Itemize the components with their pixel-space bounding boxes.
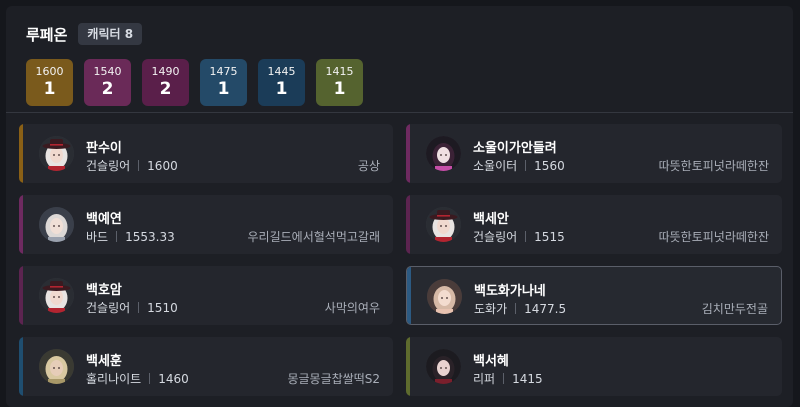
character-item-level: 1460 [158,371,189,386]
character-card[interactable]: 백예연 바드 1553.33 우리길드에서혈석먹고갈래 [19,195,393,254]
character-item-level: 1560 [534,158,565,173]
character-name: 백호암 [86,283,122,298]
class-accent-stripe [407,267,411,324]
class-accent-stripe [19,266,23,325]
character-card[interactable]: 백호암 건슬링어 1510 사막의여우 [19,266,393,325]
character-avatar [39,278,74,313]
level-badge[interactable]: 1445 1 [258,59,305,106]
character-guild: 몽글몽글찹쌀떡S2 [287,372,380,386]
badge-count: 1 [43,79,56,99]
character-meta: 건슬링어 1600 [86,157,178,174]
character-card[interactable]: 백서혜 리퍼 1415 [406,337,782,396]
level-badge-list: 1600 1 1540 2 1490 2 1475 1 1445 1 1415 … [26,59,363,106]
character-meta: 바드 1553.33 [86,228,175,245]
character-meta: 리퍼 1415 [473,370,543,387]
meta-separator [503,373,505,384]
character-item-level: 1477.5 [524,301,567,316]
character-avatar [426,207,461,242]
badge-level: 1475 [209,65,238,78]
character-avatar [426,136,461,171]
character-card[interactable]: 소울이가안들려 소울이터 1560 따뜻한토피넛라떼한잔 [406,124,782,183]
character-count-badge: 캐릭터 8 [78,23,143,45]
character-item-level: 1510 [147,300,178,315]
character-class: 건슬링어 [86,301,131,315]
meta-separator [138,160,140,171]
badge-level: 1540 [93,65,122,78]
character-class: 건슬링어 [86,159,131,173]
character-class: 건슬링어 [473,230,518,244]
level-badge[interactable]: 1600 1 [26,59,73,106]
character-avatar [39,136,74,171]
badge-level: 1490 [151,65,180,78]
character-class: 홀리나이트 [86,372,142,386]
character-guild: 사막의여우 [324,301,380,315]
character-card[interactable]: 판수이 건슬링어 1600 공상 [19,124,393,183]
character-item-level: 1415 [512,371,543,386]
character-name: 백도화가나네 [474,284,546,299]
class-accent-stripe [19,124,23,183]
character-meta: 홀리나이트 1460 [86,370,189,387]
server-name: 루페온 [26,25,68,44]
character-guild: 김치만두전골 [701,302,768,316]
meta-separator [116,231,118,242]
meta-separator [149,373,151,384]
character-meta: 건슬링어 1510 [86,299,178,316]
character-class: 리퍼 [473,372,496,386]
character-avatar [427,279,462,314]
character-list: 판수이 건슬링어 1600 공상 소울이가안들려 소울이터 1560 따뜻한토피… [19,124,782,396]
class-accent-stripe [406,124,410,183]
level-badge[interactable]: 1540 2 [84,59,131,106]
character-meta: 건슬링어 1515 [473,228,565,245]
character-meta: 소울이터 1560 [473,157,565,174]
badge-count: 1 [333,79,346,99]
character-item-level: 1515 [534,229,565,244]
character-guild: 따뜻한토피넛라떼한잔 [658,159,769,173]
character-item-level: 1553.33 [125,229,175,244]
character-avatar [39,207,74,242]
class-accent-stripe [19,195,23,254]
level-badge[interactable]: 1475 1 [200,59,247,106]
character-class: 바드 [86,230,109,244]
section-divider [6,112,793,113]
badge-level: 1600 [35,65,64,78]
character-guild: 공상 [357,159,380,173]
character-avatar [426,349,461,384]
character-item-level: 1600 [147,158,178,173]
meta-separator [138,302,140,313]
badge-count: 2 [159,79,172,99]
badge-count: 2 [101,79,114,99]
class-accent-stripe [406,195,410,254]
character-class: 소울이터 [473,159,518,173]
badge-level: 1445 [267,65,296,78]
meta-separator [525,231,527,242]
character-guild: 우리길드에서혈석먹고갈래 [247,230,380,244]
meta-separator [525,160,527,171]
character-name: 백세안 [473,212,509,227]
character-meta: 도화가 1477.5 [474,300,566,317]
class-accent-stripe [406,337,410,396]
character-card[interactable]: 백도화가나네 도화가 1477.5 김치만두전골 [406,266,782,325]
badge-count: 1 [217,79,230,99]
character-name: 백서혜 [473,354,509,369]
badge-level: 1415 [325,65,354,78]
meta-separator [515,303,517,314]
character-card[interactable]: 백세훈 홀리나이트 1460 몽글몽글찹쌀떡S2 [19,337,393,396]
badge-count: 1 [275,79,288,99]
character-name: 백세훈 [86,354,122,369]
character-guild: 따뜻한토피넛라떼한잔 [658,230,769,244]
character-card[interactable]: 백세안 건슬링어 1515 따뜻한토피넛라떼한잔 [406,195,782,254]
level-badge[interactable]: 1415 1 [316,59,363,106]
class-accent-stripe [19,337,23,396]
character-class: 도화가 [474,302,508,316]
server-header: 루페온 캐릭터 8 [26,23,143,45]
character-name: 소울이가안들려 [473,141,557,156]
character-name: 판수이 [86,141,122,156]
character-name: 백예연 [86,212,122,227]
level-badge[interactable]: 1490 2 [142,59,189,106]
character-avatar [39,349,74,384]
